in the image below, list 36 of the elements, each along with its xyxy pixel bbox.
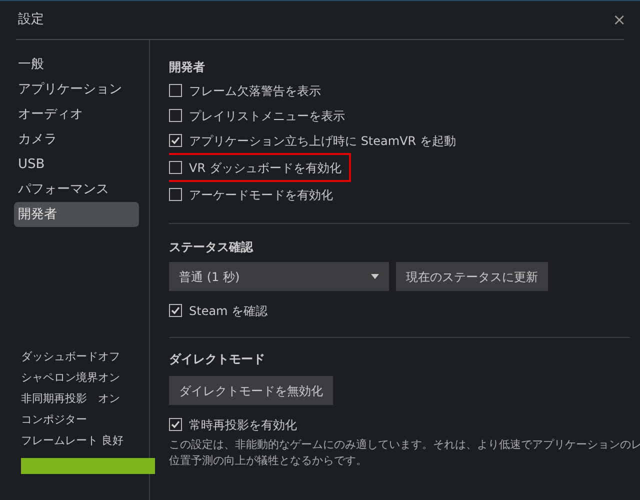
option-label: フレーム欠落警告を表示 <box>189 82 321 100</box>
status-text: フレームレート 良好 <box>21 433 124 450</box>
sidebar-item[interactable]: アプリケーション <box>14 77 139 102</box>
checkbox[interactable] <box>169 109 182 122</box>
disable-direct-mode-button[interactable]: ダイレクトモードを無効化 <box>169 376 333 405</box>
option-label: アーケードモードを有効化 <box>189 186 333 204</box>
interval-dropdown[interactable]: 普通 (1 秒) <box>169 262 389 291</box>
sidebar-item[interactable]: オーディオ <box>14 102 139 127</box>
section-heading: ステータス確認 <box>169 239 254 256</box>
sidebar-item[interactable]: パフォーマンス <box>14 177 139 202</box>
checkbox[interactable] <box>169 188 182 201</box>
update-status-button[interactable]: 現在のステータスに更新 <box>396 262 548 291</box>
option-label: Steam を確認 <box>189 302 268 320</box>
section-heading: ダイレクトモード <box>169 351 266 368</box>
status-text: ダッシュボードオフ <box>21 349 121 366</box>
option-label: 常時再投影を有効化 <box>189 416 297 434</box>
checkbox[interactable] <box>169 161 182 174</box>
status-text: コンポジター <box>21 412 88 428</box>
description-text: 位置予測の向上が犠牲となるからです。 <box>169 453 367 469</box>
checkbox[interactable] <box>169 134 182 147</box>
checkbox[interactable] <box>169 418 182 431</box>
sidebar-item[interactable]: 開発者 <box>14 202 139 227</box>
status-text: 非同期再投影 オン <box>21 391 121 408</box>
sidebar-item[interactable]: 一般 <box>14 52 139 77</box>
dropdown-arrow-icon <box>371 274 379 279</box>
option-label: アプリケーション立ち上げ時に SteamVR を起動 <box>189 132 456 150</box>
checkbox[interactable] <box>169 84 182 97</box>
option-label: VR ダッシュボードを有効化 <box>189 160 342 176</box>
option-label: プレイリストメニューを表示 <box>189 108 345 124</box>
sidebar-item[interactable]: USB <box>14 152 139 177</box>
sidebar-item[interactable]: カメラ <box>14 127 139 152</box>
status-text: シャペロン境界オン <box>21 370 121 386</box>
window-title: 設定 <box>18 11 44 30</box>
close-button[interactable]: × <box>612 8 626 32</box>
checkbox[interactable] <box>169 304 182 317</box>
section-heading: 開発者 <box>169 59 206 76</box>
